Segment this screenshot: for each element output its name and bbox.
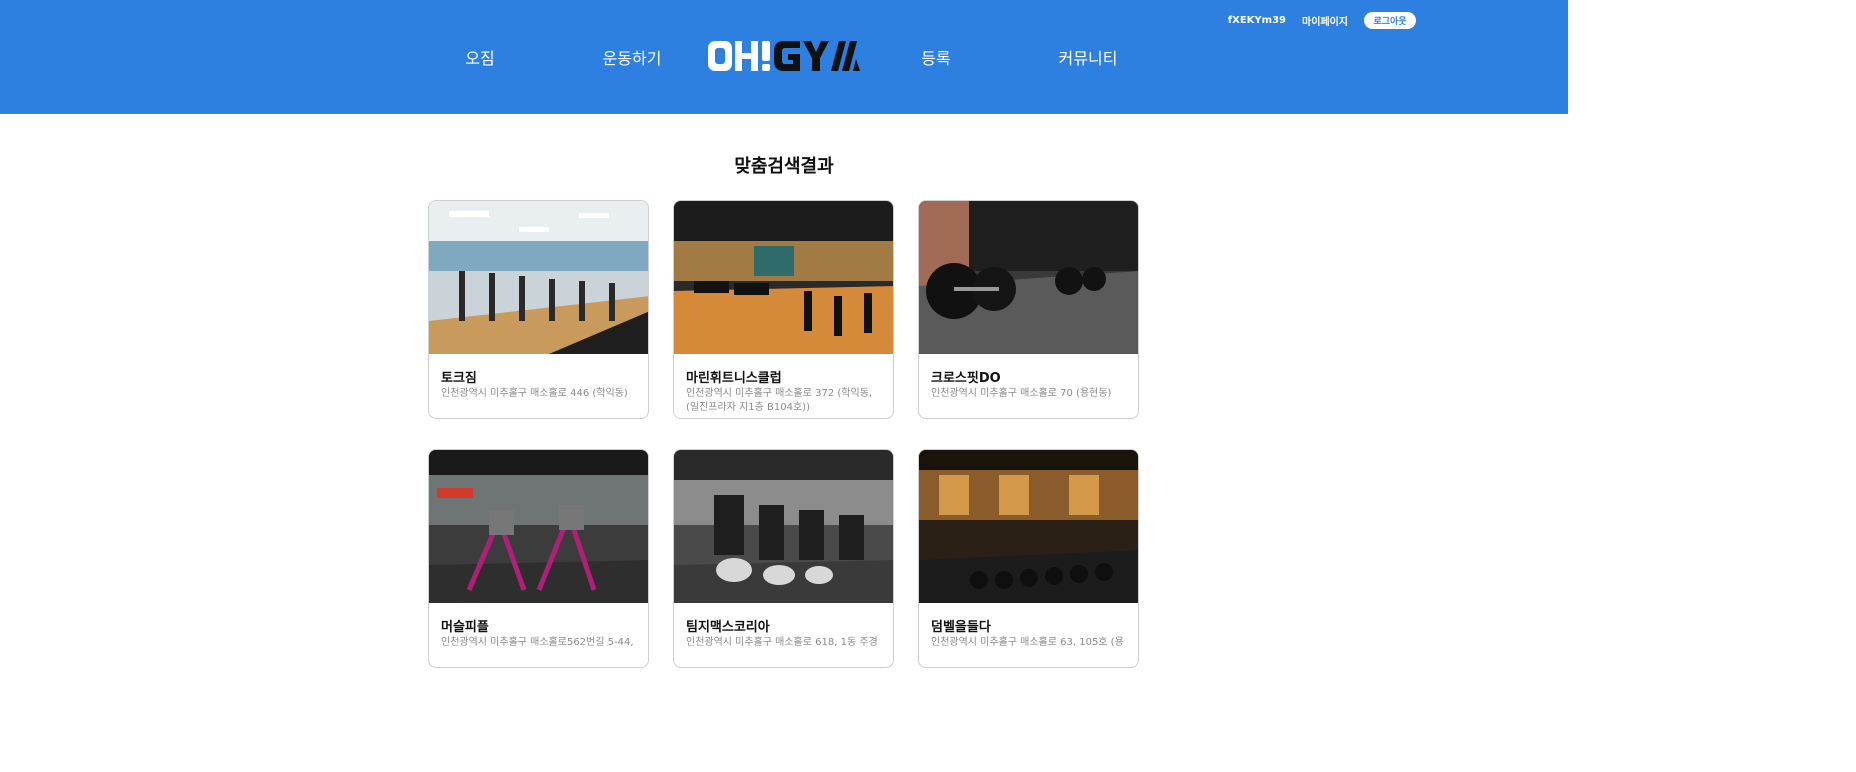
gym-photo [919,201,1138,354]
gym-name: 머슬피플 [441,620,489,635]
gym-photo [429,450,648,603]
nav-item-ohgym[interactable]: 오짐 [465,45,494,69]
site-header: fXEKYm39 마이페이지 로그아웃 오짐 운동하기 등록 커뮤니티 [0,0,1568,114]
gym-card[interactable]: 팀지맥스코리아 인천광역시 미추홀구 매소홀로 618, 1동 주경 [673,449,894,668]
gym-name: 팀지맥스코리아 [686,620,770,635]
gym-card[interactable]: 마린휘트니스클럽 인천광역시 미추홀구 매소홀로 372 (학익동,(일진프라자… [673,200,894,419]
gym-address: 인천광역시 미추홀구 매소홀로 70 (용현동) [931,388,1112,399]
gym-name: 토크짐 [441,371,477,386]
gym-address: 인천광역시 미추홀구 매소홀로 618, 1동 주경 [686,637,878,648]
nav-item-community[interactable]: 커뮤니티 [1059,45,1118,69]
gym-name: 덤벨을들다 [931,620,991,635]
gym-name: 마린휘트니스클럽 [686,371,782,386]
gym-photo [429,201,648,354]
page-title: 맞춤검색결과 [734,156,834,177]
gym-address: 인천광역시 미추홀구 매소홀로 446 (학익동) [441,388,628,399]
gym-card[interactable]: 토크짐 인천광역시 미추홀구 매소홀로 446 (학익동) [428,200,649,419]
gym-address: 인천광역시 미추홀구 매소홀로 63, 105호 (용 [931,637,1124,648]
gym-card[interactable]: 크로스핏DO 인천광역시 미추홀구 매소홀로 70 (용현동) [918,200,1139,419]
gym-name: 크로스핏DO [931,371,1001,386]
gym-address: 인천광역시 미추홀구 매소홀로 372 (학익동,(일진프라자 지1층 B104… [686,388,873,413]
username: fXEKYm39 [1227,15,1286,26]
gym-card[interactable]: 머슬피플 인천광역시 미추홀구 매소홀로562번길 5-44, [428,449,649,668]
main-nav: 오짐 운동하기 등록 커뮤니티 [0,30,1568,82]
gym-photo [919,450,1138,603]
mypage-link[interactable]: 마이페이지 [1302,13,1348,28]
logo[interactable] [706,35,862,77]
user-utility-bar: fXEKYm39 마이페이지 로그아웃 [1228,12,1416,29]
logout-button[interactable]: 로그아웃 [1364,12,1416,29]
gym-photo [674,450,893,603]
gym-card[interactable]: 덤벨을들다 인천광역시 미추홀구 매소홀로 63, 105호 (용 [918,449,1139,668]
gym-address: 인천광역시 미추홀구 매소홀로562번길 5-44, [441,637,634,648]
nav-item-workout[interactable]: 운동하기 [603,45,662,69]
nav-item-register[interactable]: 등록 [921,45,950,69]
gym-photo [674,201,893,354]
